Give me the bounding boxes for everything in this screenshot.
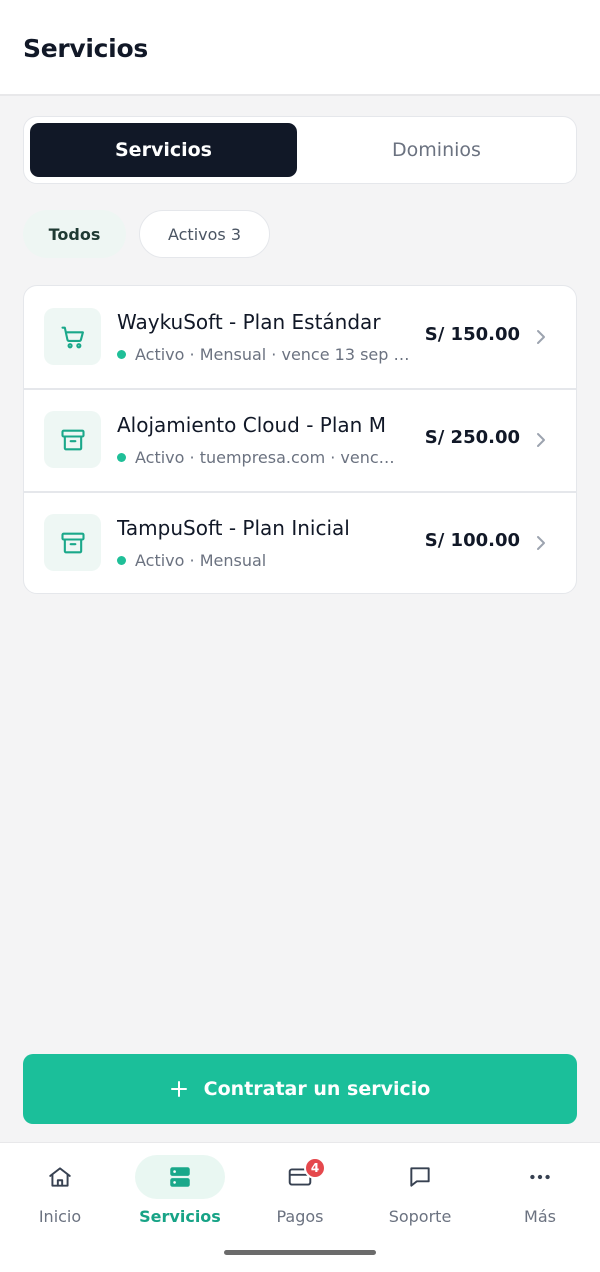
page-title: Servicios: [23, 34, 148, 63]
plus-icon: [170, 1080, 188, 1098]
chevron-right-icon: [535, 328, 547, 350]
filter-chip-all[interactable]: Todos: [23, 210, 126, 258]
tab-label: Servicios: [139, 1207, 221, 1226]
home-indicator: [224, 1250, 376, 1255]
list-item[interactable]: TampuSoft - Plan Inicial Activo · Mensua…: [24, 492, 575, 593]
service-subtitle: Activo · tuempresa.com · venc…: [117, 446, 419, 468]
service-title: Alojamiento Cloud - Plan M: [117, 413, 386, 437]
chevron-right-icon: [535, 534, 547, 556]
service-price: S/ 150.00: [424, 324, 520, 345]
tab-pagos[interactable]: 4 Pagos: [240, 1143, 360, 1243]
list-item[interactable]: Alojamiento Cloud - Plan M Activo · tuem…: [24, 389, 575, 491]
service-subtitle: Activo · Mensual · vence 13 sep …: [117, 343, 419, 365]
filter-chip-active[interactable]: Activos 3: [139, 210, 270, 258]
services-list: WaykuSoft - Plan Estándar Activo · Mensu…: [23, 285, 577, 594]
more-icon: [495, 1155, 585, 1199]
segmented-control: Servicios Dominios: [23, 116, 577, 184]
cart-icon: [44, 308, 101, 365]
contract-service-label: Contratar un servicio: [203, 1078, 431, 1100]
archive-icon: [44, 411, 101, 468]
service-title: WaykuSoft - Plan Estándar: [117, 310, 381, 334]
service-meta: Activo · Mensual · vence 13 sep …: [135, 344, 410, 364]
tab-label: Inicio: [38, 1207, 82, 1226]
tab-servicios[interactable]: Servicios: [30, 123, 297, 177]
chevron-right-icon: [535, 431, 547, 453]
tab-dominios[interactable]: Dominios: [303, 123, 570, 177]
tab-label: Soporte: [388, 1207, 452, 1226]
server-icon: [135, 1155, 225, 1199]
service-price: S/ 250.00: [424, 427, 520, 448]
status-dot: [117, 452, 126, 462]
notification-badge: 4: [304, 1157, 326, 1179]
service-title: TampuSoft - Plan Inicial: [117, 516, 350, 540]
archive-icon: [44, 514, 101, 571]
app-header: Servicios: [0, 0, 600, 96]
service-price: S/ 100.00: [424, 530, 520, 551]
tab-inicio[interactable]: Inicio: [0, 1143, 120, 1243]
list-item[interactable]: WaykuSoft - Plan Estándar Activo · Mensu…: [24, 286, 575, 388]
card-icon: [255, 1155, 345, 1199]
tab-servicios-nav[interactable]: Servicios: [120, 1143, 240, 1243]
tab-label: Pagos: [276, 1207, 324, 1226]
tab-mas[interactable]: Más: [480, 1143, 600, 1243]
status-dot: [117, 555, 126, 565]
service-subtitle: Activo · Mensual: [117, 549, 419, 571]
service-meta: Activo · Mensual: [135, 550, 267, 570]
home-icon: [15, 1155, 105, 1199]
status-dot: [117, 349, 126, 359]
contract-service-button[interactable]: Contratar un servicio: [23, 1054, 577, 1124]
chat-icon: [375, 1155, 465, 1199]
tab-soporte[interactable]: Soporte: [360, 1143, 480, 1243]
tab-label: Más: [524, 1207, 556, 1226]
service-meta: Activo · tuempresa.com · venc…: [135, 447, 395, 467]
